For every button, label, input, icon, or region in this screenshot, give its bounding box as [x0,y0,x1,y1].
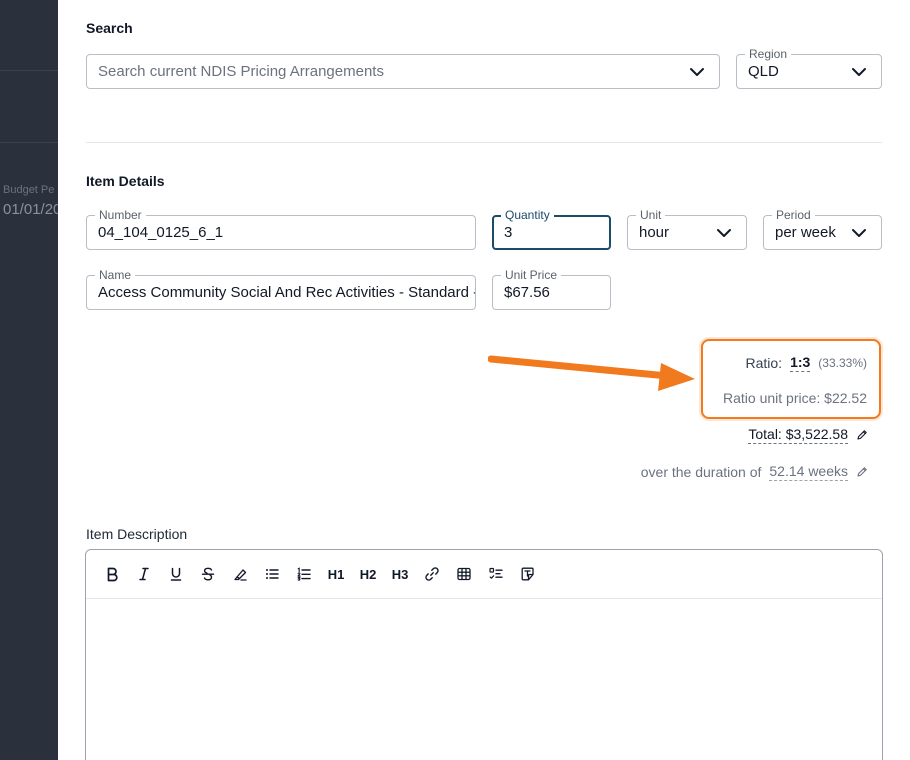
table-button[interactable] [448,560,480,588]
table-icon [457,567,471,581]
highlighter-icon [234,569,247,581]
clear-format-button[interactable] [512,560,544,588]
item-editor-panel: Search Search current NDIS Pricing Arran… [58,0,910,760]
region-select[interactable]: Region QLD [736,47,882,89]
backdrop-label: Budget Pe [3,184,55,196]
chevron-down-icon [852,228,866,237]
ordered-list-button[interactable] [288,560,320,588]
region-value: QLD [748,63,779,80]
backdrop-divider [0,142,58,143]
heading-2-button[interactable]: H2 [352,560,384,588]
duration-row: over the duration of 52.14 weeks [641,463,868,481]
text-box-icon [521,567,534,581]
italic-button[interactable] [128,560,160,588]
item-details-title: Item Details [86,173,165,189]
section-divider [86,142,882,143]
italic-icon [139,567,149,581]
strikethrough-icon [201,567,215,581]
bullet-list-button[interactable] [256,560,288,588]
unit-price-field[interactable]: Unit Price $67.56 [492,268,611,310]
number-value: 04_104_0125_6_1 [98,224,224,241]
pricing-search-placeholder: Search current NDIS Pricing Arrangements [98,63,384,80]
name-field[interactable]: Name Access Community Social And Rec Act… [86,268,476,310]
heading-3-button[interactable]: H3 [384,560,416,588]
ratio-unit-price: Ratio unit price: $22.52 [723,390,867,406]
ratio-percent: (33.33%) [818,356,867,370]
duration-label: over the duration of [640,464,762,480]
description-editor[interactable]: H1 H2 H3 [85,549,883,760]
total-row: Total: $3,522.58 [748,426,868,444]
chevron-down-icon [852,67,866,76]
pricing-search-select[interactable]: Search current NDIS Pricing Arrangements [86,54,720,89]
unit-select[interactable]: Unit hour [627,208,747,250]
number-field[interactable]: Number 04_104_0125_6_1 [86,208,476,250]
unit-price-value: $67.56 [504,284,550,301]
quantity-value: 3 [504,224,513,241]
ratio-line: Ratio: 1:3 (33.33%) [745,354,867,372]
heading-1-button[interactable]: H1 [320,560,352,588]
pencil-icon[interactable] [856,429,868,441]
quantity-field[interactable]: Quantity 3 [492,208,611,250]
backdrop-divider [0,70,58,71]
ratio-value[interactable]: 1:3 [790,354,811,372]
backdrop-value: 01/01/20 [3,201,58,218]
unit-value: hour [639,224,670,241]
search-section-title: Search [86,20,133,36]
highlight-button[interactable] [224,560,256,588]
link-button[interactable] [416,560,448,588]
name-value: Access Community Social And Rec Activiti… [98,284,475,301]
ratio-label: Ratio: [745,355,783,371]
chevron-down-icon [690,67,704,76]
duration-value[interactable]: 52.14 weeks [769,463,848,481]
modal-backdrop: Budget Pe 01/01/20 [0,0,58,760]
ratio-summary-box: Ratio: 1:3 (33.33%) Ratio unit price: $2… [701,339,881,419]
item-description-title: Item Description [86,526,188,542]
chevron-down-icon [717,228,731,237]
pencil-icon[interactable] [856,466,868,478]
period-select[interactable]: Period per week [763,208,882,250]
link-icon [425,567,439,581]
bullet-list-icon [266,569,279,579]
total-amount[interactable]: Total: $3,522.58 [748,426,848,444]
period-value: per week [775,224,836,241]
underline-icon [170,567,182,581]
ordered-list-icon [297,567,311,581]
task-list-button[interactable] [480,560,512,588]
annotation-arrow-icon [488,355,695,391]
bold-button[interactable] [96,560,128,588]
underline-button[interactable] [160,560,192,588]
strikethrough-button[interactable] [192,560,224,588]
bold-icon [107,567,118,582]
task-list-icon [489,567,503,579]
editor-toolbar: H1 H2 H3 [86,550,882,599]
